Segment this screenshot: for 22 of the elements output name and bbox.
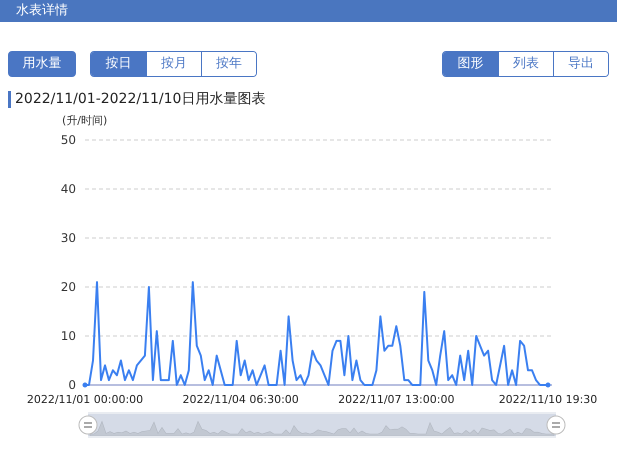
window-title: 水表详情 [16, 2, 68, 20]
segment-tab[interactable]: 图形 [443, 52, 498, 76]
axis-tick-label: 20 [60, 280, 76, 294]
axis-tick-label: 40 [60, 182, 76, 196]
metric-button[interactable]: 用水量 [8, 51, 76, 77]
axis-tick-label: 2022/11/04 06:30:00 [182, 393, 299, 406]
axis-tick-label: 2022/11/07 13:00:00 [338, 393, 454, 406]
axis-unit: (升/时间) [62, 114, 108, 127]
data-point [82, 382, 88, 388]
axis-tick-label: 10 [60, 329, 76, 343]
axis-tick-label: 0 [68, 378, 76, 392]
segment-tab[interactable]: 按日 [91, 52, 146, 76]
axis-tick-label: 30 [60, 231, 76, 245]
axis-tick-label: 2022/11/10 19:30 [498, 393, 598, 406]
slider-handle-icon[interactable] [78, 415, 98, 435]
data-point [546, 382, 550, 388]
slider-handle-icon[interactable] [546, 415, 566, 435]
axis-tick-label: 50 [60, 133, 76, 147]
segment-tab[interactable]: 导出 [553, 52, 608, 76]
chart-title: 2022/11/01-2022/11/10日用水量图表 [15, 90, 266, 109]
axis-tick-label: 2022/11/01 00:00:00 [26, 393, 144, 406]
segment-tab[interactable]: 按年 [201, 52, 256, 76]
